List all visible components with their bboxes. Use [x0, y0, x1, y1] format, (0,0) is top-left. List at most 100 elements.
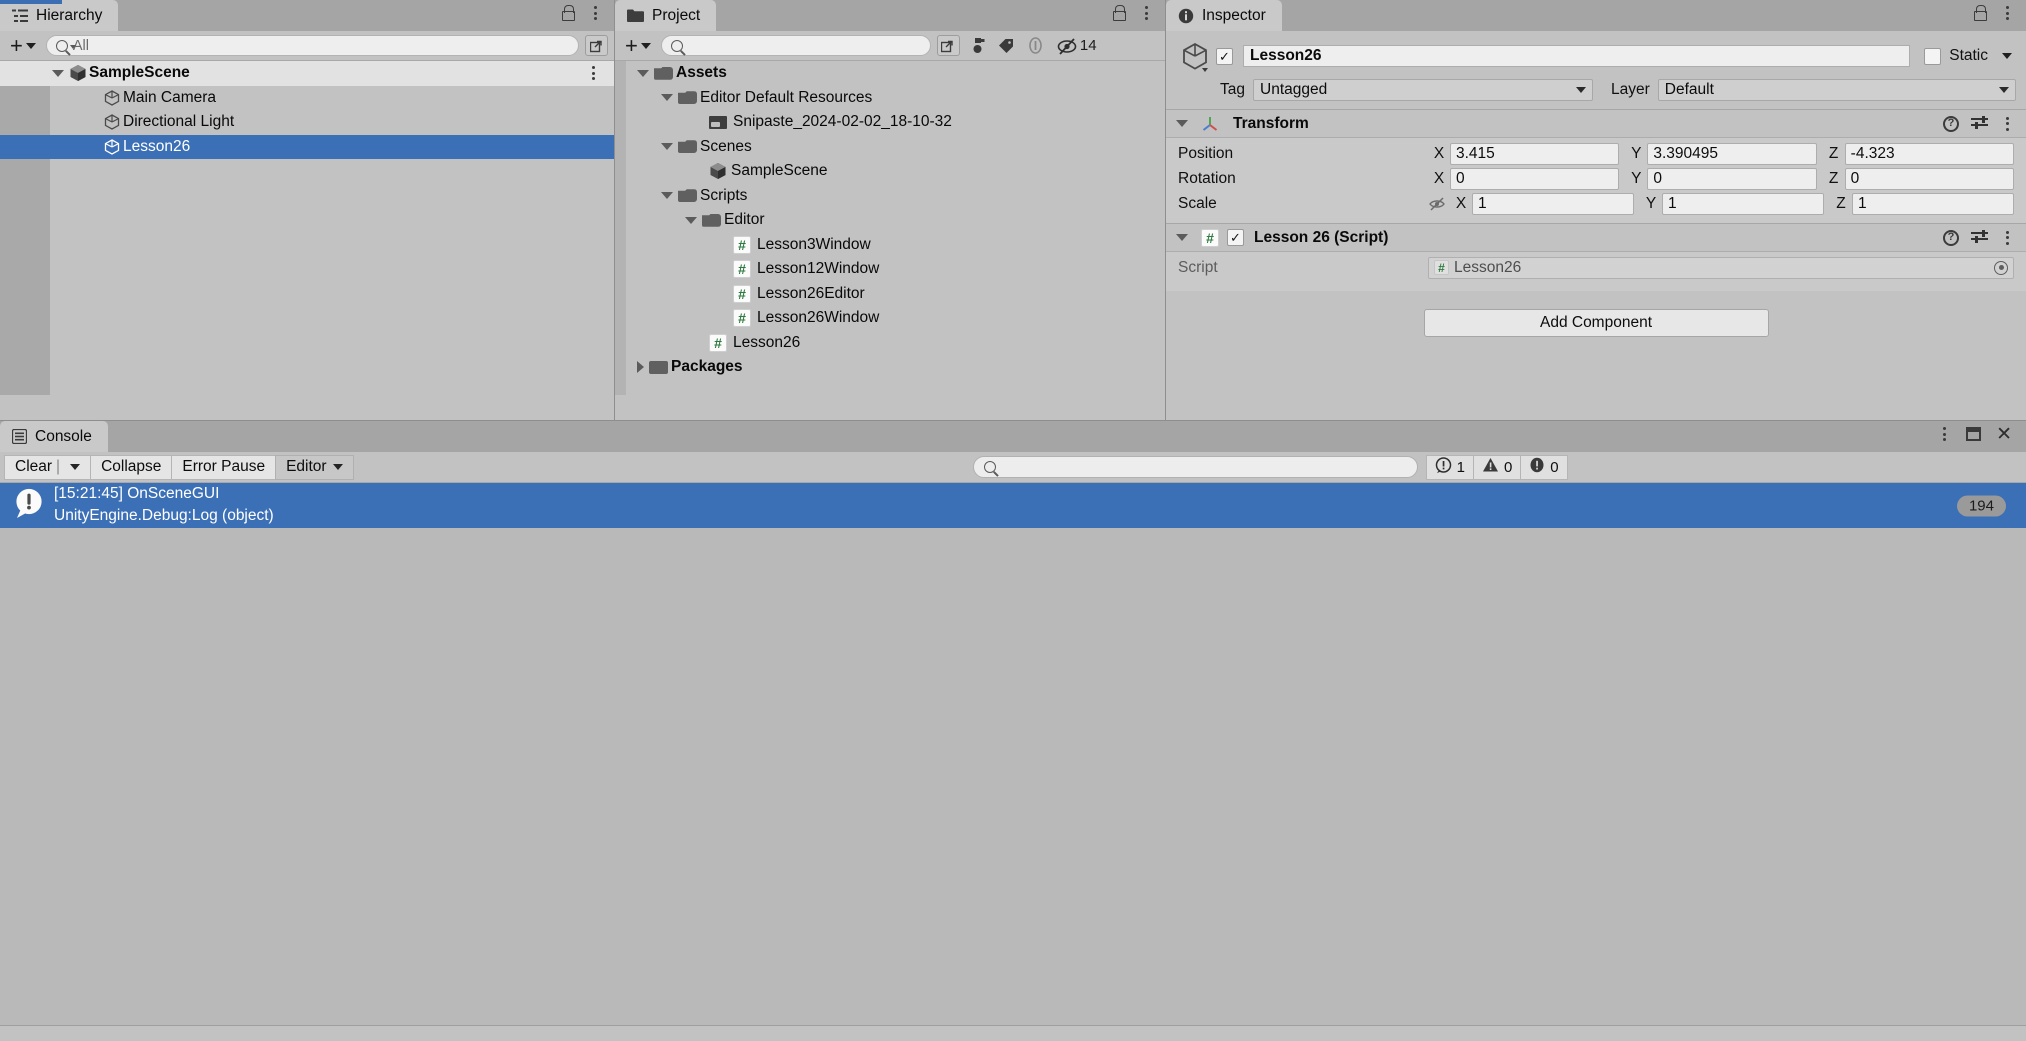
- project-item-lesson26editor[interactable]: # Lesson26Editor: [615, 282, 1165, 307]
- project-item-lesson26window[interactable]: # Lesson26Window: [615, 306, 1165, 331]
- chevron-down-icon[interactable]: [637, 69, 649, 77]
- position-y-field[interactable]: 3.390495: [1647, 142, 1817, 165]
- project-add-button[interactable]: +: [621, 34, 655, 57]
- console-empty-area[interactable]: [0, 528, 2026, 1026]
- gameobject-cube-icon[interactable]: [1178, 39, 1212, 73]
- inspector-menu-icon[interactable]: [2000, 6, 2014, 20]
- hierarchy-search-input[interactable]: [45, 35, 579, 56]
- transform-rotation-row: Rotation X 0 Y 0 Z 0: [1178, 167, 2014, 190]
- project-item-scripts[interactable]: Scripts: [615, 184, 1165, 209]
- hierarchy-menu-icon[interactable]: [588, 6, 602, 20]
- console-search-field[interactable]: [1001, 459, 1407, 475]
- maximize-icon[interactable]: [1966, 427, 1982, 441]
- save-search-icon[interactable]: [1024, 35, 1047, 56]
- tab-project[interactable]: Project: [615, 0, 717, 31]
- hierarchy-item-lesson26[interactable]: Lesson26: [0, 134, 614, 159]
- chevron-down-icon[interactable]: [70, 464, 81, 470]
- project-window-popout-button[interactable]: [936, 35, 960, 56]
- project-item-lesson3window[interactable]: # Lesson3Window: [615, 233, 1165, 258]
- tab-console[interactable]: Console: [0, 421, 108, 452]
- filter-by-type-icon[interactable]: [966, 35, 989, 56]
- layer-dropdown[interactable]: Default: [1657, 79, 2016, 101]
- gameobject-enabled-checkbox[interactable]: ✓: [1216, 47, 1233, 65]
- transform-component-header[interactable]: Transform ?: [1166, 109, 2026, 138]
- preset-icon[interactable]: [1971, 229, 1988, 245]
- project-item-samplescene[interactable]: SampleScene: [615, 159, 1165, 184]
- info-count[interactable]: 0: [1520, 454, 1568, 480]
- project-item-editor[interactable]: Editor: [615, 208, 1165, 233]
- hidden-items-count[interactable]: 14: [1057, 37, 1097, 55]
- help-icon[interactable]: ?: [1943, 115, 1959, 132]
- script-enabled-checkbox[interactable]: ✓: [1227, 229, 1244, 246]
- project-item-lesson26[interactable]: # Lesson26: [615, 331, 1165, 356]
- clear-button[interactable]: Clear |: [4, 454, 92, 480]
- chevron-down-icon[interactable]: [1176, 120, 1188, 127]
- add-component-button[interactable]: Add Component: [1423, 309, 1769, 337]
- console-log-entry[interactable]: [15:21:45] OnSceneGUI UnityEngine.Debug:…: [0, 483, 2026, 528]
- console-search-input[interactable]: [972, 456, 1418, 478]
- tag-dropdown[interactable]: Untagged: [1253, 79, 1593, 101]
- chevron-down-icon[interactable]: [661, 192, 673, 200]
- gameobject-name-field[interactable]: Lesson26: [1243, 45, 1911, 67]
- chevron-down-icon[interactable]: [661, 143, 673, 151]
- panel-divider-project-inspector[interactable]: [1165, 0, 1166, 420]
- scale-y-field[interactable]: 1: [1662, 192, 1824, 215]
- scale-z-field[interactable]: 1: [1852, 192, 2014, 215]
- constrain-proportions-off-icon[interactable]: [1428, 196, 1446, 212]
- static-dropdown-icon[interactable]: [2002, 53, 2012, 59]
- script-menu-icon[interactable]: [2000, 230, 2014, 245]
- project-item-scenes[interactable]: Scenes: [615, 135, 1165, 160]
- project-search-input[interactable]: [660, 35, 931, 56]
- panel-divider-top-console[interactable]: [0, 420, 2026, 421]
- script-component-header[interactable]: # ✓ Lesson 26 (Script) ?: [1166, 223, 2026, 252]
- position-x-field[interactable]: 3.415: [1450, 142, 1620, 165]
- project-search-field[interactable]: [687, 37, 921, 54]
- hierarchy-tree[interactable]: SampleScene Main Camera Directional Ligh…: [0, 61, 614, 395]
- static-checkbox[interactable]: ✓: [1924, 47, 1942, 65]
- tab-inspector[interactable]: Inspector: [1166, 0, 1282, 31]
- project-item-snipaste[interactable]: Snipaste_2024-02-02_18-10-32: [615, 110, 1165, 135]
- chevron-down-icon[interactable]: [685, 216, 697, 224]
- rotation-x-field[interactable]: 0: [1450, 167, 1620, 190]
- position-z-field[interactable]: -4.323: [1844, 142, 2014, 165]
- hierarchy-window-popout-button[interactable]: [585, 35, 608, 56]
- rotation-y-field[interactable]: 0: [1647, 167, 1817, 190]
- lock-icon[interactable]: [1972, 5, 1987, 21]
- hierarchy-add-button[interactable]: +: [6, 34, 40, 57]
- hierarchy-item-main-camera[interactable]: Main Camera: [0, 86, 614, 111]
- collapse-button[interactable]: Collapse: [90, 454, 173, 480]
- preset-icon[interactable]: [1971, 115, 1988, 131]
- project-item-packages[interactable]: Packages: [615, 355, 1165, 380]
- object-picker-icon[interactable]: [1994, 260, 2008, 275]
- chevron-down-icon[interactable]: [52, 69, 64, 77]
- project-item-lesson12window[interactable]: # Lesson12Window: [615, 257, 1165, 282]
- filter-by-label-icon[interactable]: [995, 35, 1018, 56]
- transform-menu-icon[interactable]: [2000, 116, 2014, 131]
- axis-x-label: X: [1433, 144, 1445, 162]
- project-item-editor-default-resources[interactable]: Editor Default Resources: [615, 86, 1165, 111]
- help-icon[interactable]: ?: [1943, 229, 1959, 246]
- chevron-right-icon[interactable]: [637, 361, 644, 374]
- chevron-down-icon[interactable]: [661, 94, 673, 102]
- lock-icon[interactable]: [560, 5, 575, 21]
- close-icon[interactable]: ✕: [1996, 425, 2012, 444]
- warning-count[interactable]: 0: [1472, 454, 1522, 480]
- error-pause-button[interactable]: Error Pause: [171, 454, 277, 480]
- hierarchy-item-samplescene[interactable]: SampleScene: [0, 61, 614, 86]
- chevron-down-icon[interactable]: [1176, 234, 1188, 241]
- error-count[interactable]: 1: [1425, 454, 1474, 480]
- script-object-field[interactable]: # Lesson26: [1428, 256, 2014, 279]
- editor-dropdown-button[interactable]: Editor: [275, 454, 354, 480]
- project-tree[interactable]: Assets Editor Default Resources Snipaste…: [615, 61, 1165, 395]
- panel-divider-hierarchy-project[interactable]: [614, 0, 615, 420]
- console-menu-icon[interactable]: [1937, 427, 1951, 441]
- scene-menu-icon[interactable]: [586, 66, 600, 81]
- project-menu-icon[interactable]: [1139, 6, 1153, 20]
- project-item-assets[interactable]: Assets: [615, 61, 1165, 86]
- lock-icon[interactable]: [1111, 5, 1126, 21]
- scale-x-field[interactable]: 1: [1472, 192, 1634, 215]
- hierarchy-search-field[interactable]: [72, 37, 569, 54]
- rotation-z-field[interactable]: 0: [1844, 167, 2014, 190]
- tab-hierarchy[interactable]: Hierarchy: [0, 0, 119, 31]
- hierarchy-item-directional-light[interactable]: Directional Light: [0, 110, 614, 135]
